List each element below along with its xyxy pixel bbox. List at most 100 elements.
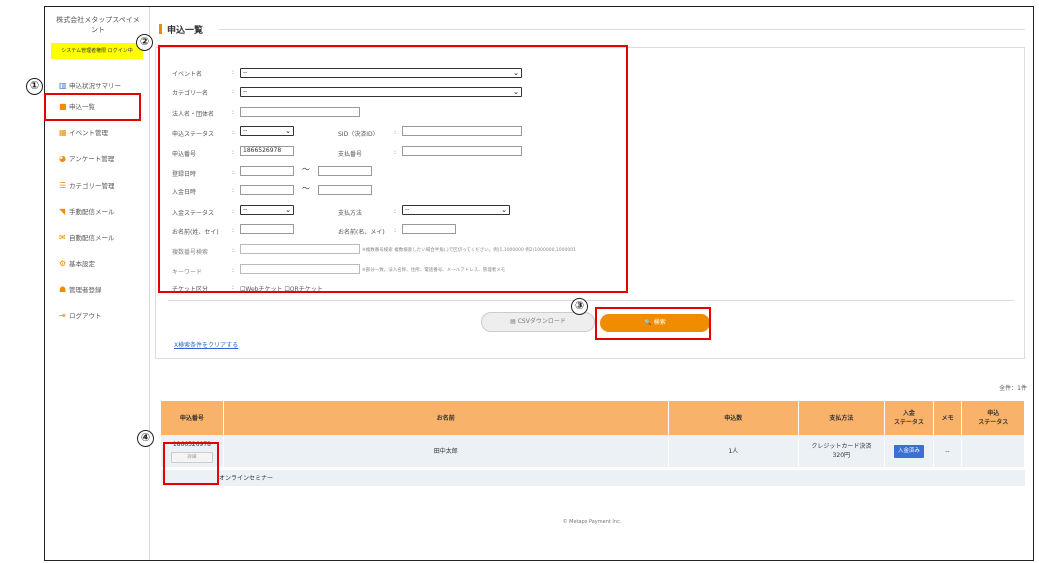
- rss-icon: ◥: [59, 207, 66, 216]
- annotation-number-3: ③: [571, 298, 588, 315]
- sidebar-item-surveys[interactable]: ◕ アンケート管理: [59, 152, 147, 166]
- sidebar-item-settings[interactable]: ⚙ 基本設定: [59, 257, 147, 271]
- colon: :: [232, 169, 235, 176]
- logout-icon: ⇥: [59, 311, 66, 320]
- name-mei-input[interactable]: [402, 224, 456, 234]
- multi-app-note: ※複数番号検索 複数検索したい場合半角(,)で区切ってください。例)1,1000…: [362, 248, 576, 253]
- deposit-date-to-input[interactable]: [318, 185, 372, 195]
- app-no-label: 申込番号: [172, 151, 197, 158]
- cell-app-no: 1866526978 詳細: [161, 435, 224, 467]
- header-app-status: 申込 ステータス: [961, 401, 1025, 435]
- range-tilde: ～: [302, 165, 310, 174]
- sidebar-item-categories[interactable]: ☰ カテゴリー管理: [59, 179, 147, 193]
- sidebar-item-applications[interactable]: ■ 申込一覧: [59, 100, 147, 114]
- colon: :: [394, 149, 397, 156]
- keyword-input[interactable]: [240, 264, 360, 274]
- reg-date-label: 登録日時: [172, 171, 197, 178]
- colon: :: [232, 88, 235, 95]
- reg-date-from-input[interactable]: [240, 166, 294, 176]
- sidebar-item-auto-mail[interactable]: ✉ 自動配信メール: [59, 231, 147, 245]
- name-kana-input[interactable]: [240, 224, 294, 234]
- colon: :: [232, 187, 235, 194]
- amount-value: 320円: [832, 452, 851, 459]
- ticket-qr-label: QRチケット: [289, 286, 323, 293]
- annotation-number-4: ④: [137, 430, 154, 447]
- sidebar-item-label: 基本設定: [69, 260, 95, 268]
- detail-button[interactable]: 詳細: [170, 451, 213, 463]
- pay-method-select[interactable]: -- ⌄: [402, 205, 510, 215]
- colon: :: [232, 149, 235, 156]
- reg-date-to-input[interactable]: [318, 166, 372, 176]
- login-status-badge: システム管理者権限 ログイン中: [51, 43, 143, 59]
- colon: :: [232, 69, 235, 76]
- annotation-number-2: ②: [136, 34, 153, 51]
- colon: :: [232, 109, 235, 116]
- sidebar-item-summary[interactable]: ▥ 申込状況サマリー: [59, 79, 147, 93]
- event-select[interactable]: -- ⌄: [240, 68, 522, 78]
- event-label: イベント名: [172, 71, 203, 78]
- main-content: 申込一覧 イベント名 : -- ⌄ カテゴリー名 : -- ⌄ 法人名・団体名 : …: [151, 7, 1033, 560]
- category-label: カテゴリー名: [172, 90, 209, 97]
- cell-app-status: [961, 435, 1025, 467]
- colon: :: [232, 267, 235, 274]
- app-status-select-value: --: [243, 127, 248, 134]
- keyword-label: キーワード: [172, 269, 203, 276]
- pay-method-value: クレジットカード決済: [811, 443, 872, 450]
- sidebar-item-logout[interactable]: ⇥ ログアウト: [59, 309, 147, 323]
- sidebar-item-manual-mail[interactable]: ◥ 手動配信メール: [59, 205, 147, 219]
- category-select[interactable]: -- ⌄: [240, 87, 522, 97]
- search-form-panel: イベント名 : -- ⌄ カテゴリー名 : -- ⌄ 法人名・団体名 : 申込ステー…: [155, 47, 1025, 359]
- search-button[interactable]: 🔍 検索: [600, 314, 710, 332]
- colon: :: [232, 208, 235, 215]
- group-name-input[interactable]: [240, 107, 360, 117]
- header-name: お名前: [223, 401, 669, 435]
- pay-no-input[interactable]: [402, 146, 522, 156]
- grid-icon: ▦: [59, 128, 67, 137]
- cog-icon: ⚙: [59, 259, 67, 268]
- app-status-select[interactable]: -- ⌄: [240, 126, 294, 136]
- users-icon: ☗: [59, 285, 67, 294]
- app-no-input[interactable]: 1866526978: [240, 146, 294, 156]
- title-divider: [219, 29, 1025, 30]
- colon: :: [394, 208, 397, 215]
- header-pay-method: 支払方法: [798, 401, 885, 435]
- deposit-status-select-value: --: [243, 206, 248, 213]
- csv-download-button[interactable]: ▤ CSVダウンロード: [481, 312, 595, 332]
- page-title: 申込一覧: [159, 23, 203, 36]
- multi-app-input[interactable]: [240, 244, 360, 254]
- book-icon: ■: [59, 102, 67, 111]
- table-header-row: 申込番号 お名前 申込数 支払方法 入金 ステータス メモ 申込 ステータス: [161, 401, 1025, 435]
- sidebar-item-label: 手動配信メール: [69, 208, 115, 216]
- event-select-value: --: [243, 69, 248, 76]
- sid-input[interactable]: [402, 126, 522, 136]
- deposit-date-from-input[interactable]: [240, 185, 294, 195]
- sidebar-item-label: 申込状況サマリー: [69, 82, 121, 90]
- sidebar-item-label: アンケート管理: [69, 155, 115, 163]
- admin-window: 株式会社メタップスペイメント システム管理者権限 ログイン中 ▥ 申込状況サマリー…: [44, 6, 1034, 561]
- list-icon: ☰: [59, 181, 67, 190]
- range-tilde: ～: [302, 184, 310, 193]
- ticket-options: ☐Webチケット ☐QRチケット: [240, 284, 323, 293]
- clear-conditions-link[interactable]: X検索条件をクリアする: [174, 340, 238, 349]
- sidebar-item-label: 申込一覧: [69, 103, 95, 111]
- sidebar-item-admin-register[interactable]: ☗ 管理者登録: [59, 283, 147, 297]
- sidebar-item-label: イベント管理: [69, 129, 108, 137]
- cell-memo: --: [933, 435, 963, 467]
- category-select-value: --: [243, 88, 248, 95]
- group-name-label: 法人名・団体名: [172, 111, 215, 118]
- header-deposit-status: 入金 ステータス: [884, 401, 934, 435]
- footer-copyright: © Metaps Payment Inc.: [562, 519, 622, 525]
- cell-qty: 1人: [668, 435, 799, 467]
- chevron-down-icon: ⌄: [285, 127, 291, 135]
- mail-icon: ✉: [59, 233, 66, 242]
- colon: :: [394, 227, 397, 234]
- colon: :: [232, 227, 235, 234]
- sidebar-item-events[interactable]: ▦ イベント管理: [59, 126, 147, 140]
- colon: :: [394, 129, 397, 136]
- event-name-row: オンラインセミナー: [161, 470, 1025, 486]
- name-mei-label: お名前(名、メイ): [338, 229, 385, 236]
- deposit-status-select[interactable]: -- ⌄: [240, 205, 294, 215]
- sidebar-item-label: 自動配信メール: [69, 234, 115, 242]
- colon: :: [232, 129, 235, 136]
- pie-chart-icon: ◕: [59, 154, 66, 163]
